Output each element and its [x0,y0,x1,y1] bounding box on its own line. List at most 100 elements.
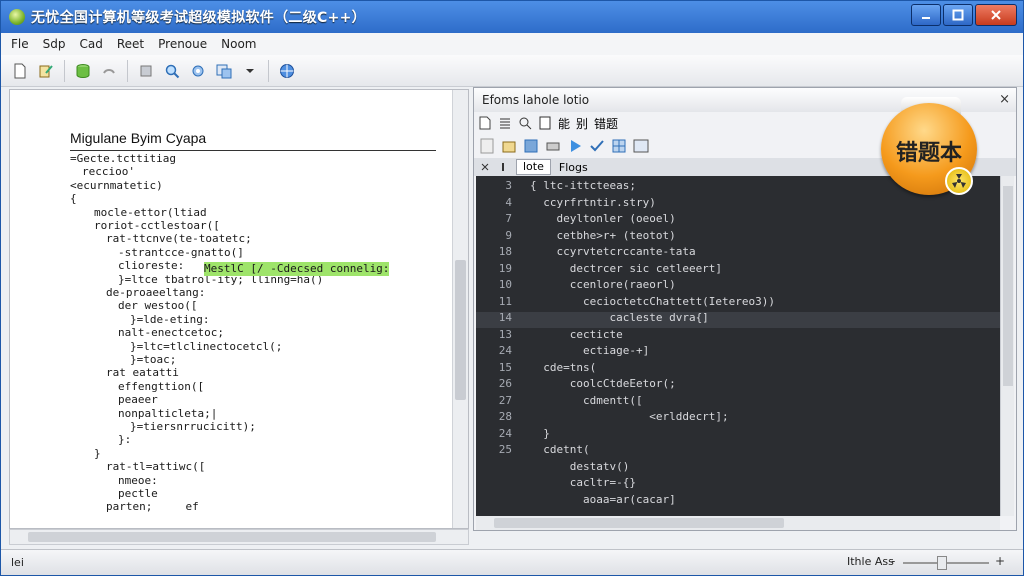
document-line: } [94,446,101,460]
link-icon [103,68,115,74]
window-layout-icon [216,64,232,78]
menu-run[interactable]: Reet [117,37,144,51]
line-number: 24 [498,344,512,357]
document-line: pectle [118,487,158,500]
code-editor[interactable]: 3 4 7 9 18 19 10 11 14 13 24 15 26 27 28 24 25 { ltc-itt… [476,176,1000,516]
panel-icon-toolbar [478,134,650,158]
search-button[interactable] [161,60,183,82]
close-icon[interactable] [480,162,490,172]
line-number: 26 [498,377,512,390]
scroll-thumb[interactable] [455,260,466,400]
zoom-in-button[interactable]: + [995,554,1005,568]
question-vertical-scrollbar[interactable] [452,90,468,528]
panel-close-button[interactable]: × [999,92,1010,107]
toolbar-separator [64,59,65,82]
document-line: clioreste: [118,259,185,273]
menu-zoom[interactable]: Noom [221,37,256,51]
app-logo-icon [9,9,25,25]
new-file-icon [14,63,26,78]
database-button[interactable] [72,60,94,82]
print-icon[interactable] [544,137,562,155]
line-number: 15 [498,360,512,374]
open-icon[interactable] [500,137,518,155]
panel-toolbar-label[interactable]: 能 [558,115,570,132]
minimize-button[interactable] [911,4,941,26]
layout-dropdown[interactable] [239,60,261,82]
globe-icon [280,63,294,78]
code-line: ccyrvtetcrccante-tata [530,245,696,258]
panel-toolbar-label[interactable]: 错题 [594,115,618,132]
layout-button[interactable] [213,60,235,82]
document-line: parten; ef [106,500,199,514]
code-line: coolcCtdeEetor(; [530,377,676,390]
document-line: }=tiersnrrucicitt); [130,420,256,433]
zoom-out-button[interactable]: - [891,554,895,568]
code-line: <erlddecrt]; [530,410,729,423]
code-line: cdmentt([ [530,393,643,407]
maximize-button[interactable] [943,4,973,26]
save-icon[interactable] [522,137,540,155]
editor-horizontal-scrollbar[interactable] [476,516,1000,530]
document-line: effengttion([ [118,379,205,393]
line-number: 10 [498,278,512,291]
line-number: 19 [498,261,512,275]
pin-icon[interactable] [498,162,508,172]
question-horizontal-scrollbar[interactable] [9,529,469,545]
code-line: cetbhe>r+ (teotot) [530,228,676,242]
badge-label: 错题本 [895,141,962,166]
badge-hazard-icon [945,167,973,195]
chevron-down-icon [246,68,254,73]
menu-preview[interactable]: Prenoue [158,37,207,51]
code-line: } [530,426,550,440]
code-line: cacleste dvra{] [530,311,709,324]
code-line: aoaa=ar(cacar] [530,492,676,506]
search-icon [165,64,180,78]
toolbar-separator [127,59,128,82]
check-icon[interactable] [588,137,606,155]
minimize-icon [922,17,930,19]
menu-edit[interactable]: Sdp [43,37,66,51]
error-notebook-badge[interactable]: 错题本 [881,97,979,197]
document-line: rat eatatti [106,366,179,380]
editor-vertical-scrollbar[interactable] [1000,176,1014,516]
list-icon[interactable] [498,116,512,130]
run-icon[interactable] [566,137,584,155]
code-line: cdetnt( [530,443,590,456]
tab-lote[interactable]: lote [516,159,551,175]
new-file-icon[interactable] [478,116,492,130]
line-number: 9 [505,228,512,242]
open-file-button[interactable] [35,60,57,82]
scroll-thumb[interactable] [494,518,784,528]
menu-file[interactable]: Fle [11,37,29,51]
document-line: nalt-enectcetoc; [118,326,224,340]
close-button[interactable] [975,4,1017,26]
find-icon[interactable] [518,116,532,130]
line-number: 14 [498,311,512,324]
highlighted-code: MestlC [/ -Cdecsed connelig: [204,262,390,276]
menu-bar: Fle Sdp Cad Reet Prenoue Noom [1,33,1023,55]
scroll-thumb[interactable] [28,532,436,542]
grid-icon[interactable] [610,137,628,155]
line-number: 27 [498,393,512,407]
line-number: 3 [505,179,512,192]
scroll-thumb[interactable] [1003,186,1013,386]
code-line: cecticte [530,327,623,341]
new-file-button[interactable] [9,60,31,82]
link-button[interactable] [98,60,120,82]
settings-button[interactable] [135,60,157,82]
line-number: 11 [498,294,512,308]
page-icon[interactable] [478,137,496,155]
tab-flogs[interactable]: Flogs [559,161,588,174]
document-icon[interactable] [538,116,552,130]
document-line: de-proaeeltang: [106,286,206,299]
app-window: 无忧全国计算机等级考试超级模拟软件（二级C++） Fle Sdp Cad Ree… [0,0,1024,576]
zoom-slider-handle[interactable] [937,556,947,570]
compile-button[interactable] [187,60,209,82]
layout-icon[interactable] [632,137,650,155]
line-number: 4 [505,195,512,209]
menu-view[interactable]: Cad [79,37,102,51]
radiation-icon [952,174,966,188]
document-line: }: [118,433,132,447]
panel-toolbar-label[interactable]: 别 [576,115,588,132]
globe-button[interactable] [276,60,298,82]
